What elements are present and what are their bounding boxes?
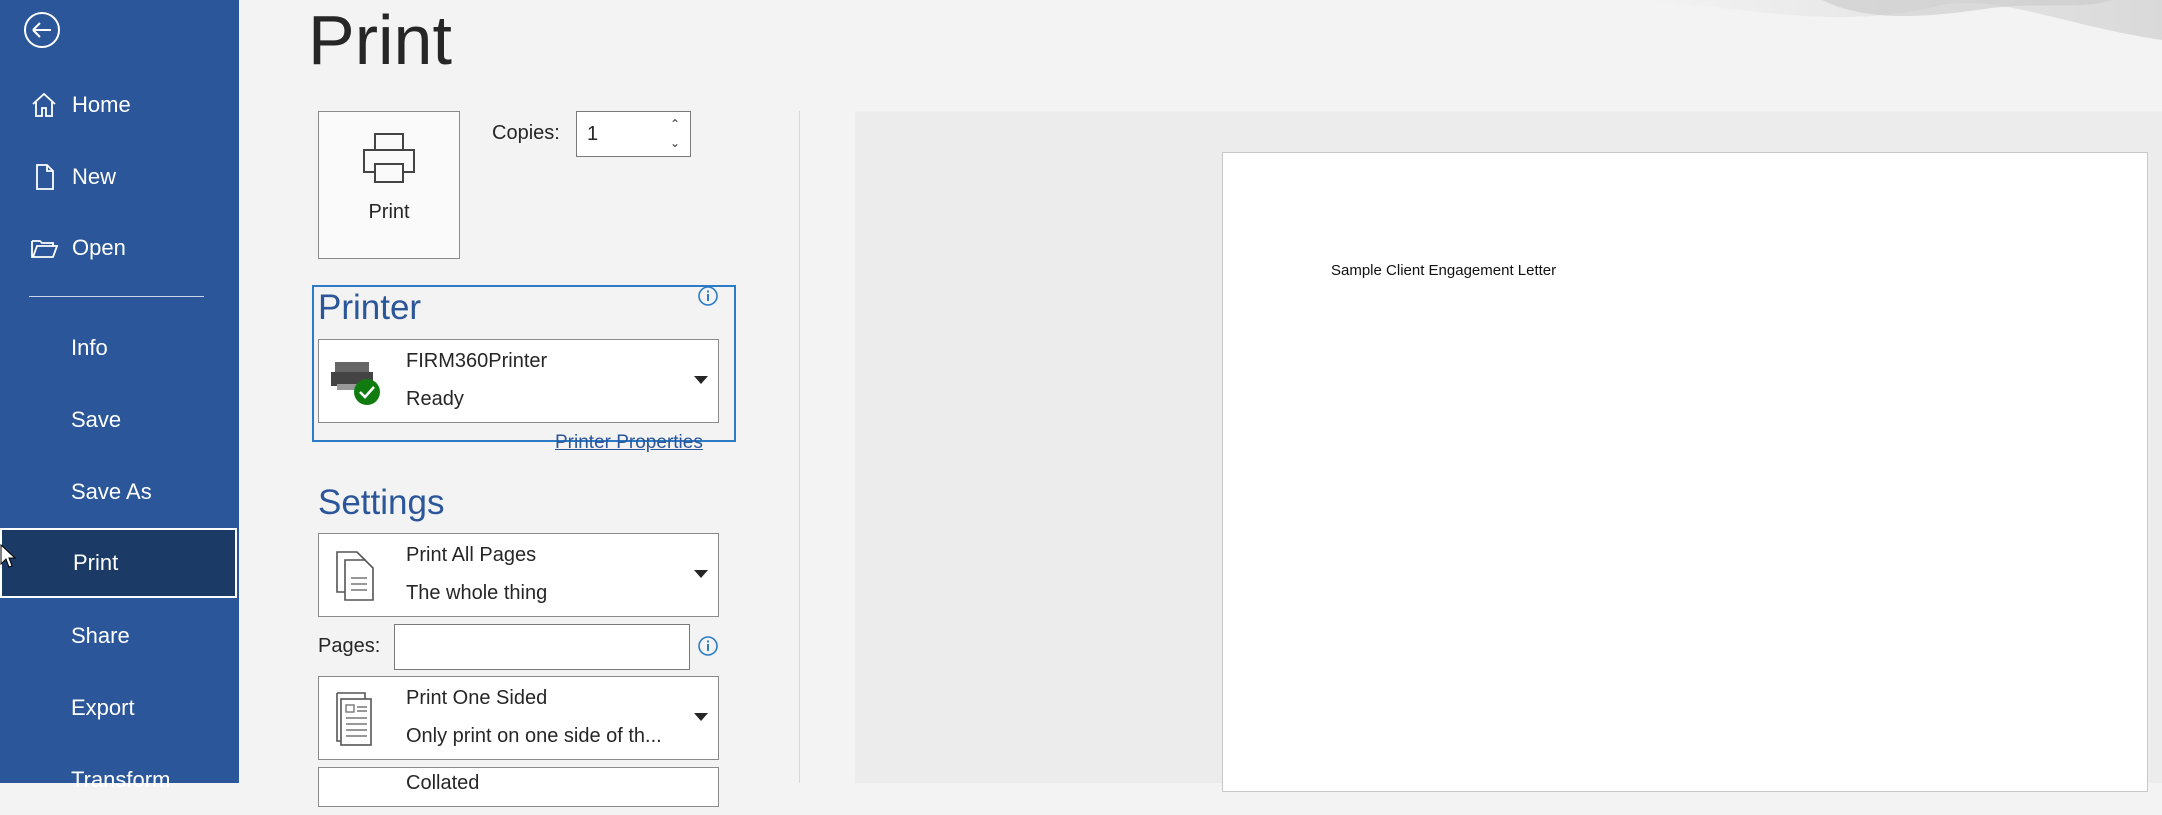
printer-properties-link[interactable]: Printer Properties	[555, 432, 703, 454]
back-arrow-icon	[24, 12, 60, 48]
back-button[interactable]	[20, 8, 64, 52]
copies-stepper[interactable]: 1 ⌃ ⌄	[576, 111, 691, 157]
one-sided-icon	[336, 692, 372, 746]
nav-item-info[interactable]: Info	[0, 313, 239, 383]
pages-icon	[336, 551, 374, 601]
nav-item-share[interactable]: Share	[0, 601, 239, 671]
nav-label-share: Share	[71, 623, 130, 648]
printer-icon	[361, 132, 417, 191]
printer-dropdown[interactable]: FIRM360Printer Ready	[318, 339, 719, 423]
pages-label: Pages:	[318, 635, 381, 657]
chevron-down-icon[interactable]: ⌄	[668, 136, 682, 150]
preview-page: Sample Client Engagement Letter	[1222, 152, 2148, 792]
pages-input[interactable]	[394, 624, 690, 670]
printer-heading: Printer	[318, 288, 422, 327]
nav-label-new: New	[72, 164, 117, 189]
print-button[interactable]: Print	[318, 111, 460, 259]
nav-item-save[interactable]: Save	[0, 385, 239, 455]
chevron-up-icon[interactable]: ⌃	[668, 117, 682, 131]
printer-status: Ready	[406, 388, 464, 410]
collate-title: Collated	[406, 772, 480, 794]
info-icon[interactable]	[697, 285, 719, 307]
info-icon[interactable]	[697, 635, 719, 657]
nav-label-open: Open	[72, 235, 126, 260]
settings-heading: Settings	[318, 483, 445, 522]
nav-item-new[interactable]: New	[0, 142, 239, 212]
nav-label-info: Info	[71, 335, 108, 360]
sides-title: Print One Sided	[406, 687, 548, 709]
chevron-down-icon	[694, 570, 708, 578]
preview-document-text: Sample Client Engagement Letter	[1331, 262, 1557, 279]
nav-item-open[interactable]: Open	[0, 213, 239, 283]
nav-label-home: Home	[72, 92, 131, 117]
sides-subtitle: Only print on one side of th...	[406, 725, 662, 747]
new-document-icon	[26, 159, 62, 195]
copies-value: 1	[587, 123, 599, 145]
printer-ready-icon	[331, 362, 380, 405]
collate-dropdown[interactable]: Collated	[318, 767, 719, 807]
decorative-header-art	[1642, 0, 2162, 40]
page-title: Print	[308, 1, 452, 79]
nav-item-export[interactable]: Export	[0, 673, 239, 743]
nav-separator	[29, 296, 204, 297]
nav-label-export: Export	[71, 695, 135, 720]
chevron-down-icon	[694, 376, 708, 384]
nav-item-transform[interactable]: Transform	[0, 745, 239, 815]
nav-label-save: Save	[71, 407, 122, 432]
printer-name: FIRM360Printer	[406, 350, 548, 372]
home-icon	[26, 87, 62, 123]
page-range-subtitle: The whole thing	[406, 582, 548, 604]
print-button-label: Print	[368, 201, 410, 223]
nav-item-print[interactable]: Print	[0, 528, 237, 598]
nav-label-print: Print	[73, 550, 119, 575]
nav-item-save-as[interactable]: Save As	[0, 457, 239, 527]
pane-divider	[799, 111, 800, 783]
nav-item-home[interactable]: Home	[0, 70, 239, 140]
sides-dropdown[interactable]: Print One Sided Only print on one side o…	[318, 676, 719, 760]
nav-label-transform: Transform	[71, 767, 171, 792]
page-range-title: Print All Pages	[406, 544, 537, 566]
folder-open-icon	[26, 230, 62, 266]
backstage-nav: Home New Open Info Save Save As Print Sh…	[0, 0, 239, 792]
chevron-down-icon	[694, 713, 708, 721]
copies-label: Copies:	[492, 122, 560, 144]
nav-label-save-as: Save As	[71, 479, 152, 504]
page-range-dropdown[interactable]: Print All Pages The whole thing	[318, 533, 719, 617]
mouse-cursor-icon	[0, 544, 16, 568]
